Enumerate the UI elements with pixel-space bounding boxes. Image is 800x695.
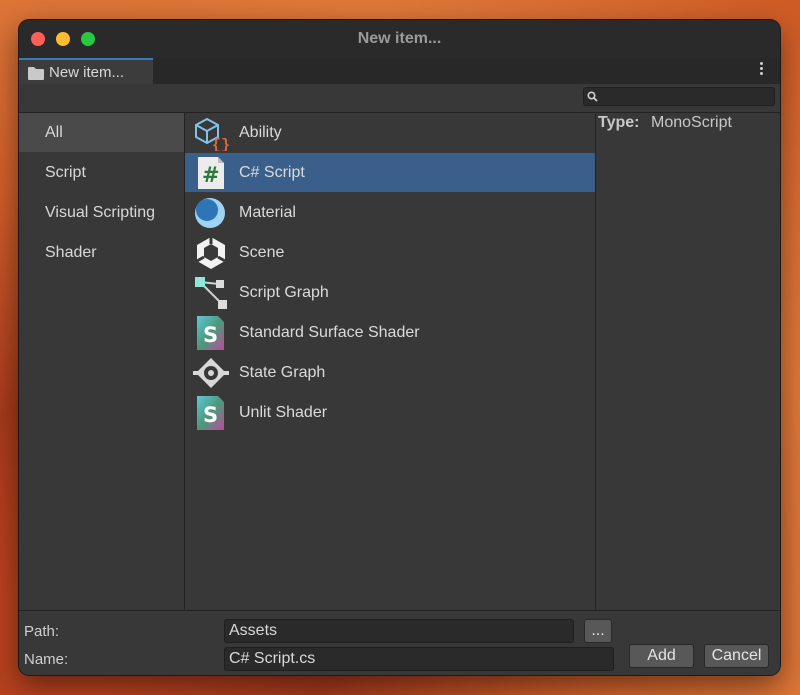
details-panel: Type: MonoScript bbox=[596, 113, 780, 610]
material-icon bbox=[195, 198, 225, 228]
ability-icon: {} bbox=[195, 117, 229, 151]
item-label: Ability bbox=[239, 124, 282, 141]
sidebar-item-visual-scripting[interactable]: Visual Scripting bbox=[19, 193, 184, 232]
sidebar-item-script[interactable]: Script bbox=[19, 153, 184, 192]
item-label: Script Graph bbox=[239, 284, 329, 301]
item-label: State Graph bbox=[239, 364, 326, 381]
type-label: Type: bbox=[598, 114, 640, 131]
name-field[interactable] bbox=[224, 647, 614, 671]
tab-bar: New item... bbox=[19, 58, 780, 84]
path-field[interactable] bbox=[224, 619, 574, 643]
new-item-window: New item... New item... All Script Visua… bbox=[19, 20, 780, 675]
svg-text:{}: {} bbox=[212, 137, 229, 151]
path-label: Path: bbox=[24, 623, 60, 640]
list-item-ability[interactable]: {} Ability bbox=[185, 113, 595, 152]
tab-label: New item... bbox=[49, 64, 125, 81]
footer: Path: ... Name: Add Cancel bbox=[19, 610, 780, 675]
name-label: Name: bbox=[24, 651, 69, 668]
item-label: Standard Surface Shader bbox=[239, 324, 420, 341]
item-label: Material bbox=[239, 204, 296, 221]
item-list: {} Ability # C# Script Material Scene Sc… bbox=[185, 113, 596, 610]
window-title: New item... bbox=[357, 30, 442, 47]
item-label: C# Script bbox=[239, 164, 305, 181]
list-item-state-graph[interactable]: State Graph bbox=[185, 353, 595, 392]
sidebar-item-all[interactable]: All bbox=[19, 113, 184, 152]
script-graph-icon bbox=[195, 277, 227, 309]
item-label: Unlit Shader bbox=[239, 404, 328, 421]
cancel-button[interactable]: Cancel bbox=[704, 644, 769, 668]
scene-icon bbox=[196, 237, 226, 269]
type-value: MonoScript bbox=[651, 114, 732, 131]
list-item-csharp-script[interactable]: # C# Script bbox=[185, 153, 595, 192]
search-input[interactable] bbox=[602, 89, 770, 104]
tab-new-item[interactable]: New item... bbox=[19, 58, 153, 84]
category-sidebar: All Script Visual Scripting Shader bbox=[19, 113, 185, 610]
search-field[interactable] bbox=[583, 87, 775, 106]
browse-button[interactable]: ... bbox=[584, 619, 612, 643]
svg-text:#: # bbox=[202, 163, 220, 187]
svg-text:S: S bbox=[203, 323, 218, 347]
sidebar-item-shader[interactable]: Shader bbox=[19, 233, 184, 272]
shader-icon: S bbox=[197, 316, 224, 350]
folder-icon bbox=[28, 67, 44, 80]
state-graph-icon bbox=[193, 358, 229, 388]
more-options-icon[interactable] bbox=[760, 62, 764, 77]
add-button[interactable]: Add bbox=[629, 644, 694, 668]
list-item-unlit-shader[interactable]: S Unlit Shader bbox=[185, 393, 595, 432]
title-bar: New item... bbox=[19, 20, 780, 59]
list-item-script-graph[interactable]: Script Graph bbox=[185, 273, 595, 312]
list-item-standard-surface-shader[interactable]: S Standard Surface Shader bbox=[185, 313, 595, 352]
search-icon bbox=[587, 91, 598, 102]
toolbar bbox=[19, 84, 780, 113]
item-label: Scene bbox=[239, 244, 285, 261]
shader-icon: S bbox=[197, 396, 224, 430]
list-item-material[interactable]: Material bbox=[185, 193, 595, 232]
list-item-scene[interactable]: Scene bbox=[185, 233, 595, 272]
svg-text:S: S bbox=[203, 403, 218, 427]
csharp-script-icon: # bbox=[198, 157, 224, 189]
